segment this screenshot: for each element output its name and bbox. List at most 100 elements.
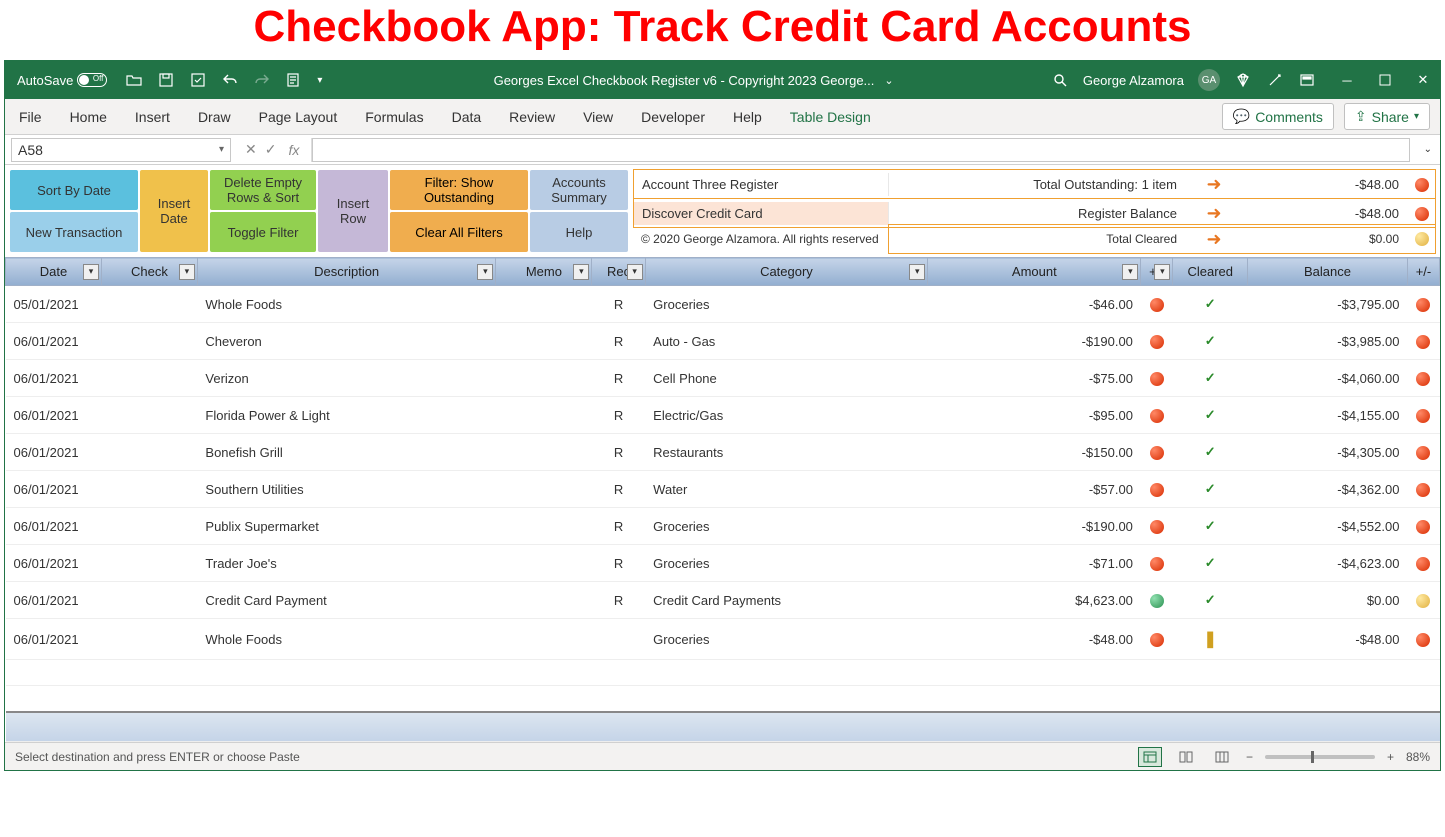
cell-cleared[interactable]: ✓ xyxy=(1173,508,1248,545)
cell-description[interactable]: Publix Supermarket xyxy=(197,508,496,545)
cell-memo[interactable] xyxy=(496,508,592,545)
cell-cleared[interactable]: ✓ xyxy=(1173,286,1248,323)
tab-page-layout[interactable]: Page Layout xyxy=(255,103,342,131)
cell-amount[interactable]: $4,623.00 xyxy=(928,582,1141,619)
cell-memo[interactable] xyxy=(496,471,592,508)
cell-category[interactable]: Credit Card Payments xyxy=(645,582,928,619)
cell-date[interactable]: 06/01/2021 xyxy=(6,360,102,397)
cell-rec[interactable]: R xyxy=(592,286,645,323)
cell-memo[interactable] xyxy=(496,619,592,660)
cell-check[interactable] xyxy=(101,619,197,660)
header-amount[interactable]: Amount▾ xyxy=(928,258,1141,286)
cell-rec[interactable]: R xyxy=(592,508,645,545)
autosave-toggle[interactable]: AutoSave xyxy=(13,71,111,90)
cell-rec[interactable]: R xyxy=(592,397,645,434)
cell-check[interactable] xyxy=(101,582,197,619)
name-box[interactable]: A58 ▾ xyxy=(11,138,231,162)
cell-date[interactable]: 06/01/2021 xyxy=(6,619,102,660)
delete-empty-rows-button[interactable]: Delete Empty Rows & Sort xyxy=(210,170,316,210)
cell-description[interactable]: Bonefish Grill xyxy=(197,434,496,471)
cell-amount[interactable]: -$190.00 xyxy=(928,508,1141,545)
help-button[interactable]: Help xyxy=(530,212,628,252)
cell-category[interactable]: Groceries xyxy=(645,545,928,582)
tab-review[interactable]: Review xyxy=(505,103,559,131)
cell-check[interactable] xyxy=(101,508,197,545)
summary-card-name[interactable]: Discover Credit Card xyxy=(634,202,889,225)
cell-check[interactable] xyxy=(101,323,197,360)
cell-memo[interactable] xyxy=(496,545,592,582)
tab-home[interactable]: Home xyxy=(66,103,111,131)
table-row[interactable]: 05/01/2021Whole FoodsRGroceries-$46.00✓-… xyxy=(6,286,1440,323)
tab-table-design[interactable]: Table Design xyxy=(786,103,875,131)
cell-cleared[interactable]: ✓ xyxy=(1173,582,1248,619)
zoom-value[interactable]: 88% xyxy=(1406,750,1430,764)
cell-check[interactable] xyxy=(101,471,197,508)
cell-memo[interactable] xyxy=(496,434,592,471)
filter-icon[interactable]: ▾ xyxy=(477,264,493,280)
maximize-icon[interactable] xyxy=(1376,71,1394,89)
cell-date[interactable]: 06/01/2021 xyxy=(6,508,102,545)
redo-icon[interactable] xyxy=(253,71,271,89)
filter-icon[interactable]: ▾ xyxy=(627,264,643,280)
header-pm1[interactable]: +/-▾ xyxy=(1141,258,1173,286)
table-row[interactable]: 06/01/2021Trader Joe'sRGroceries-$71.00✓… xyxy=(6,545,1440,582)
empty-row[interactable] xyxy=(6,660,1440,686)
cell-description[interactable]: Southern Utilities xyxy=(197,471,496,508)
cell-memo[interactable] xyxy=(496,397,592,434)
cell-description[interactable]: Verizon xyxy=(197,360,496,397)
cancel-formula-icon[interactable]: ✕ xyxy=(245,141,257,158)
fx-icon[interactable]: fx xyxy=(284,142,303,158)
insert-row-button[interactable]: Insert Row xyxy=(318,170,388,252)
cell-date[interactable]: 06/01/2021 xyxy=(6,582,102,619)
cell-amount[interactable]: -$48.00 xyxy=(928,619,1141,660)
cell-cleared[interactable]: ✓ xyxy=(1173,471,1248,508)
cell-cleared[interactable]: ✓ xyxy=(1173,360,1248,397)
share-button[interactable]: ⇪ Share ▾ xyxy=(1344,103,1430,130)
cell-description[interactable]: Trader Joe's xyxy=(197,545,496,582)
cell-check[interactable] xyxy=(101,360,197,397)
cell-date[interactable]: 05/01/2021 xyxy=(6,286,102,323)
cell-category[interactable]: Groceries xyxy=(645,619,928,660)
filter-icon[interactable]: ▾ xyxy=(573,264,589,280)
diamond-icon[interactable] xyxy=(1234,71,1252,89)
cell-date[interactable]: 06/01/2021 xyxy=(6,471,102,508)
save-icon[interactable] xyxy=(157,71,175,89)
view-normal-icon[interactable] xyxy=(1138,747,1162,767)
tab-draw[interactable]: Draw xyxy=(194,103,235,131)
header-rec[interactable]: Rec▾ xyxy=(592,258,645,286)
empty-row[interactable] xyxy=(6,686,1440,712)
cell-memo[interactable] xyxy=(496,582,592,619)
table-row[interactable]: 06/01/2021Southern UtilitiesRWater-$57.0… xyxy=(6,471,1440,508)
tab-file[interactable]: File xyxy=(15,103,46,131)
cell-date[interactable]: 06/01/2021 xyxy=(6,545,102,582)
table-row[interactable]: 06/01/2021Florida Power & LightRElectric… xyxy=(6,397,1440,434)
table-row[interactable]: 06/01/2021Whole FoodsGroceries-$48.00❚-$… xyxy=(6,619,1440,660)
tab-formulas[interactable]: Formulas xyxy=(361,103,427,131)
header-description[interactable]: Description▾ xyxy=(197,258,496,286)
cell-rec[interactable]: R xyxy=(592,545,645,582)
search-icon[interactable] xyxy=(1051,71,1069,89)
cell-description[interactable]: Credit Card Payment xyxy=(197,582,496,619)
cell-amount[interactable]: -$75.00 xyxy=(928,360,1141,397)
cell-description[interactable]: Florida Power & Light xyxy=(197,397,496,434)
tab-developer[interactable]: Developer xyxy=(637,103,709,131)
cell-description[interactable]: Whole Foods xyxy=(197,619,496,660)
cell-check[interactable] xyxy=(101,286,197,323)
toggle-filter-button[interactable]: Toggle Filter xyxy=(210,212,316,252)
cell-rec[interactable]: R xyxy=(592,360,645,397)
cell-check[interactable] xyxy=(101,545,197,582)
header-check[interactable]: Check▾ xyxy=(101,258,197,286)
table-row[interactable]: 06/01/2021Publix SupermarketRGroceries-$… xyxy=(6,508,1440,545)
close-icon[interactable]: ✕ xyxy=(1414,71,1432,89)
cell-cleared[interactable]: ✓ xyxy=(1173,397,1248,434)
form-icon[interactable] xyxy=(285,71,303,89)
comments-button[interactable]: 💬 Comments xyxy=(1222,103,1334,130)
view-page-break-icon[interactable] xyxy=(1210,747,1234,767)
cell-date[interactable]: 06/01/2021 xyxy=(6,434,102,471)
cell-check[interactable] xyxy=(101,434,197,471)
cell-category[interactable]: Auto - Gas xyxy=(645,323,928,360)
cell-memo[interactable] xyxy=(496,323,592,360)
cell-date[interactable]: 06/01/2021 xyxy=(6,323,102,360)
avatar[interactable]: GA xyxy=(1198,69,1220,91)
new-transaction-button[interactable]: New Transaction xyxy=(10,212,138,252)
